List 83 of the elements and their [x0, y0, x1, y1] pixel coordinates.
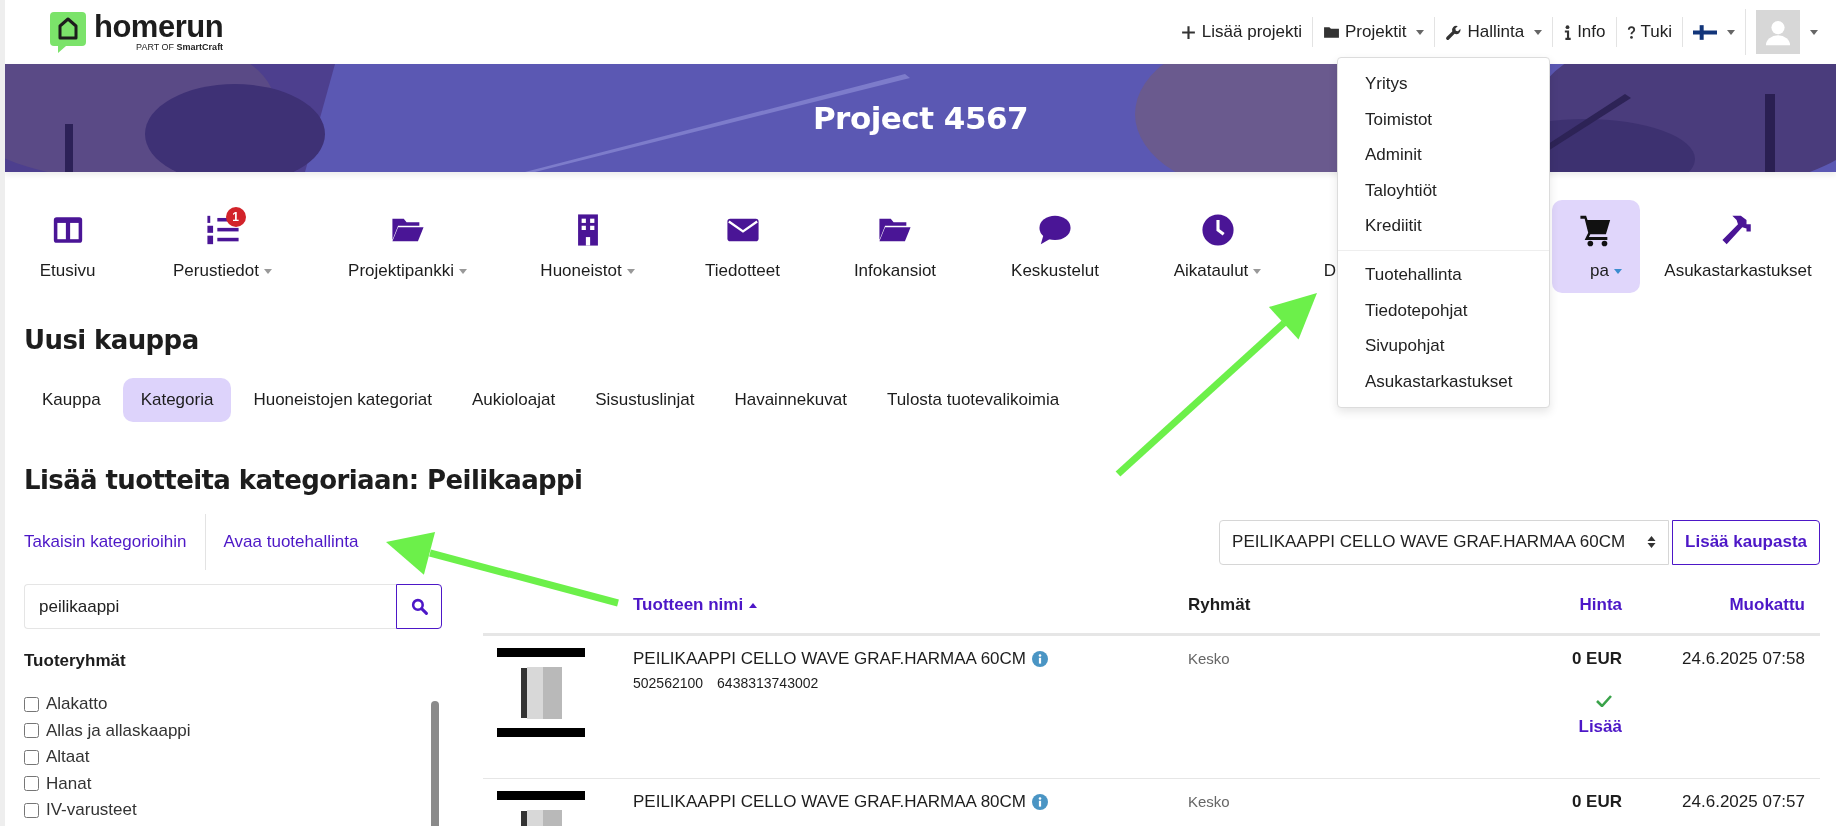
tab[interactable]: Sisustuslinjat [577, 378, 713, 422]
header-menu-link[interactable]: Tuki [1615, 17, 1682, 47]
modified-date: 24.6.2025 07:57 [1681, 791, 1806, 813]
product-code: 6438313743002 [717, 675, 819, 691]
search-icon [410, 598, 428, 615]
nav-item[interactable]: Keskustelut [980, 200, 1130, 293]
checkbox[interactable] [24, 776, 39, 792]
product-group: Kesko [1188, 648, 1450, 778]
question-icon [1626, 23, 1636, 41]
product-name: PEILIKAAPPI CELLO WAVE GRAF.HARMAA 60CM [633, 649, 1026, 669]
column-header: Ryhmät [1188, 594, 1251, 614]
tab[interactable]: Havainnekuvat [716, 378, 865, 422]
dropdown-item[interactable]: Tiedotepohjat [1338, 292, 1549, 329]
column-header[interactable]: Muokattu [1729, 594, 1805, 614]
column-header[interactable]: Tuotteen nimi [633, 594, 758, 614]
price: 0 EUR [1571, 791, 1622, 813]
house-logo-icon [48, 10, 88, 54]
clock-icon [1200, 212, 1235, 247]
up-down-icon [1647, 535, 1657, 549]
tab[interactable]: Kategoria [122, 378, 232, 422]
nav-item[interactable]: Tiedotteet [675, 200, 810, 293]
checkbox[interactable] [24, 802, 39, 818]
product-name: PEILIKAAPPI CELLO WAVE GRAF.HARMAA 80CM [633, 792, 1026, 812]
info-icon[interactable] [1032, 651, 1048, 667]
dropdown-item[interactable]: Adminit [1338, 137, 1549, 173]
nav-item[interactable]: Asukastarkastukset [1640, 200, 1836, 293]
nav-item[interactable]: Projektipankki [315, 200, 500, 293]
link[interactable]: Avaa tuotehallinta [204, 514, 377, 570]
logo-name: homerun [94, 11, 224, 42]
product-group: Kesko [1188, 791, 1450, 826]
search-button[interactable] [396, 584, 442, 629]
dropdown-item[interactable]: Tuotehallinta [1338, 256, 1549, 293]
dropdown-item[interactable]: Toimistot [1338, 101, 1549, 138]
header-menu-link[interactable]: Info [1552, 17, 1616, 47]
project-title: Project 4567 [812, 100, 1029, 136]
dropdown-item[interactable]: Sivupohjat [1338, 328, 1549, 364]
avatar-icon [1756, 10, 1800, 54]
checkbox[interactable] [24, 696, 39, 712]
add-from-store-button[interactable]: Lisää kaupasta [1672, 519, 1820, 565]
checkbox-label: Alakatto [46, 694, 108, 715]
tab[interactable]: Kauppa [24, 378, 119, 422]
nav-item[interactable]: Infokansiot [810, 200, 980, 293]
info-icon[interactable] [1032, 794, 1048, 810]
section-title: Lisää tuotteita kategoriaan: Peilikaappi [24, 464, 583, 497]
flag-icon [1693, 24, 1717, 40]
nav-item[interactable]: Huoneistot [500, 200, 675, 293]
checkbox[interactable] [24, 723, 39, 739]
header-menu-link[interactable]: Projektit [1312, 17, 1435, 47]
page-title: Uusi kauppa [24, 324, 199, 357]
product-code: 502562100 [633, 675, 704, 691]
nav-item[interactable]: pa [1552, 200, 1640, 293]
dropdown-item[interactable]: Yritys [1338, 66, 1549, 102]
checkbox-label: Hanat [46, 773, 92, 794]
add-link[interactable]: Lisää [1578, 717, 1622, 737]
info-icon [1563, 23, 1573, 41]
wrench-icon [1445, 23, 1463, 41]
plus-icon [1179, 23, 1197, 41]
header-menu-link[interactable]: Hallinta [1434, 17, 1553, 47]
dropdown-item[interactable]: Krediitit [1338, 208, 1549, 244]
link[interactable]: Takaisin kategorioihin [24, 532, 205, 552]
groups-title: Tuoteryhmät [24, 651, 127, 671]
tab[interactable]: Aukioloajat [454, 378, 574, 422]
checkbox-label: IV-varusteet [46, 800, 137, 821]
logo-tagline: PART OF SmartCraft [136, 41, 224, 53]
dropdown-item[interactable]: Asukastarkastukset [1338, 363, 1549, 400]
nav-item[interactable]: 1 Perustiedot [130, 200, 315, 293]
checkbox[interactable] [24, 749, 39, 765]
price: 0 EUR [1571, 648, 1622, 670]
product-select[interactable]: PEILIKAAPPI CELLO WAVE GRAF.HARMAA 60CM [1219, 519, 1670, 565]
checkbox-label: Allas ja allaskaappi [46, 720, 191, 741]
modified-date: 24.6.2025 07:58 [1681, 648, 1806, 670]
header-menu-link[interactable]: Lisää projekti [1169, 17, 1312, 47]
caret-icon [1810, 29, 1818, 35]
notification-badge: 1 [225, 206, 246, 227]
search-field[interactable]: peilikaappi [24, 584, 396, 629]
caret-icon [1727, 29, 1735, 35]
nav-item[interactable]: Aikataulut [1130, 200, 1305, 293]
nav-item[interactable]: Etusivu [5, 200, 130, 293]
checkbox-label: Altaat [46, 747, 90, 768]
column-header[interactable]: Hinta [1579, 594, 1622, 614]
tab[interactable]: Tulosta tuotevalikoimia [868, 378, 1078, 422]
dropdown-item[interactable]: Taloyhtiöt [1338, 172, 1549, 209]
tab[interactable]: Huoneistojen kategoriat [235, 378, 451, 422]
